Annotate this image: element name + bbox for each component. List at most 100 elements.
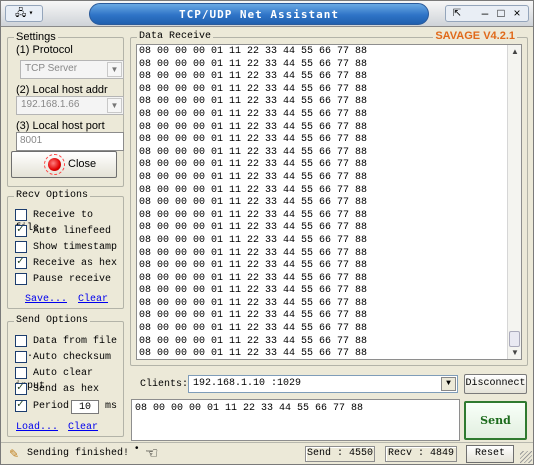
host-addr-value: 192.168.1.66 xyxy=(21,99,80,110)
pause-receive-checkbox[interactable]: Pause receive xyxy=(15,273,111,287)
send-clear-link[interactable]: Clear xyxy=(68,422,98,433)
receive-line: 08 00 00 00 01 11 22 33 44 55 66 77 88 xyxy=(139,285,368,297)
disconnect-button[interactable]: Disconnect xyxy=(464,374,527,394)
send-options-group: Send Options Data from file ... Auto che… xyxy=(7,315,124,437)
checkbox-box[interactable] xyxy=(15,224,27,237)
dot-icon: • xyxy=(135,443,139,454)
send-as-hex-checkbox[interactable]: Send as hex xyxy=(15,382,100,397)
send-count: Send : 4550 xyxy=(305,446,375,462)
protocol-select[interactable]: TCP Server ▼ xyxy=(20,60,124,79)
clients-label: Clients: xyxy=(140,379,189,390)
clients-select[interactable]: 192.168.1.10 :1029 ▼ xyxy=(188,375,458,393)
pin-icon[interactable]: ⇱ xyxy=(448,6,466,21)
app-window: 🖧 ▾ TCP/UDP Net Assistant ⇱ – □ × Settin… xyxy=(0,0,534,465)
checkbox-label: Receive as hex xyxy=(33,258,118,269)
checkbox-box[interactable] xyxy=(15,399,27,412)
close-connection-button[interactable]: Close xyxy=(11,151,117,178)
receive-line: 08 00 00 00 01 11 22 33 44 55 66 77 88 xyxy=(139,247,368,259)
network-icon[interactable]: 🖧 ▾ xyxy=(5,5,43,22)
receive-line: 08 00 00 00 01 11 22 33 44 55 66 77 88 xyxy=(139,197,368,209)
checkbox-box[interactable] xyxy=(15,335,27,347)
status-bar: ✎ Sending finished! • ☜ Send : 4550 Recv… xyxy=(1,442,533,464)
checkbox-box[interactable] xyxy=(15,382,27,395)
settings-group-label: Settings xyxy=(14,31,58,43)
show-timestamp-checkbox[interactable]: Show timestamp xyxy=(15,241,117,255)
period-unit: ms xyxy=(105,401,118,412)
resize-grip[interactable] xyxy=(520,451,532,463)
checkbox-label: Send as hex xyxy=(33,384,100,395)
checkbox-label: Pause receive xyxy=(33,274,112,285)
scroll-thumb[interactable] xyxy=(509,331,520,347)
receive-line: 08 00 00 00 01 11 22 33 44 55 66 77 88 xyxy=(139,260,368,272)
period-input[interactable]: 10 xyxy=(71,400,100,414)
receive-scrollbar[interactable]: ▲ ▼ xyxy=(507,45,521,359)
protocol-label: (1) Protocol xyxy=(16,44,73,56)
receive-line: 08 00 00 00 01 11 22 33 44 55 66 77 88 xyxy=(139,121,368,133)
receive-line: 08 00 00 00 01 11 22 33 44 55 66 77 88 xyxy=(139,222,368,234)
checkbox-box[interactable] xyxy=(15,256,27,269)
close-window-button[interactable]: × xyxy=(508,6,526,21)
checkbox-label: Auto linefeed xyxy=(33,226,112,237)
receive-line: 08 00 00 00 01 11 22 33 44 55 66 77 88 xyxy=(139,209,368,221)
receive-line: 08 00 00 00 01 11 22 33 44 55 66 77 88 xyxy=(139,297,368,309)
recv-clear-link[interactable]: Clear xyxy=(78,294,108,305)
reset-button[interactable]: Reset xyxy=(466,445,514,463)
period-label: Period xyxy=(33,401,70,412)
recv-options-label: Recv Options xyxy=(14,190,91,201)
auto-linefeed-checkbox[interactable]: Auto linefeed xyxy=(15,224,112,239)
status-text: Sending finished! xyxy=(27,448,130,459)
checkbox-box[interactable] xyxy=(15,273,27,285)
chevron-down-icon[interactable]: ▼ xyxy=(441,377,456,391)
pencil-icon: ✎ xyxy=(9,447,20,461)
protocol-value: TCP Server xyxy=(25,63,78,74)
scroll-down-icon[interactable]: ▼ xyxy=(511,348,519,357)
receive-line: 08 00 00 00 01 11 22 33 44 55 66 77 88 xyxy=(139,323,368,335)
data-from-file-checkbox[interactable]: Data from file ... xyxy=(15,335,123,360)
receive-line: 08 00 00 00 01 11 22 33 44 55 66 77 88 xyxy=(139,58,368,70)
receive-line: 08 00 00 00 01 11 22 33 44 55 66 77 88 xyxy=(139,96,368,108)
receive-line: 08 00 00 00 01 11 22 33 44 55 66 77 88 xyxy=(139,46,368,57)
receive-as-hex-checkbox[interactable]: Receive as hex xyxy=(15,256,118,271)
send-button[interactable]: Send xyxy=(464,401,527,440)
checkbox-box[interactable] xyxy=(15,241,27,253)
receive-line: 08 00 00 00 01 11 22 33 44 55 66 77 88 xyxy=(139,159,368,171)
version-label: SAVAGE V4.2.1 xyxy=(433,30,517,42)
receive-line: 08 00 00 00 01 11 22 33 44 55 66 77 88 xyxy=(139,146,368,158)
host-port-input[interactable]: 8001 xyxy=(16,132,124,151)
window-title: TCP/UDP Net Assistant xyxy=(178,8,340,21)
checkbox-box[interactable] xyxy=(15,209,27,221)
host-addr-select[interactable]: 192.168.1.66 ▼ xyxy=(16,96,124,115)
chevron-down-icon[interactable]: ▼ xyxy=(107,98,122,113)
receive-line: 08 00 00 00 01 11 22 33 44 55 66 77 88 xyxy=(139,310,368,322)
receive-line: 08 00 00 00 01 11 22 33 44 55 66 77 88 xyxy=(139,272,368,284)
host-port-label: (3) Local host port xyxy=(16,120,105,132)
window-controls: ⇱ – □ × xyxy=(445,5,529,22)
data-receive-group: Data Receive SAVAGE V4.2.1 08 00 00 00 0… xyxy=(130,30,528,366)
receive-to-file-checkbox[interactable]: Receive to file... xyxy=(15,209,123,234)
receive-line: 08 00 00 00 01 11 22 33 44 55 66 77 88 xyxy=(139,184,368,196)
checkbox-box[interactable] xyxy=(15,351,27,363)
send-options-label: Send Options xyxy=(14,315,91,326)
checkbox-box[interactable] xyxy=(15,367,27,379)
close-button-label: Close xyxy=(68,158,97,170)
receive-line: 08 00 00 00 01 11 22 33 44 55 66 77 88 xyxy=(139,348,368,360)
data-receive-title: Data Receive xyxy=(137,31,214,42)
hand-pointer-icon: ☜ xyxy=(145,445,159,462)
receive-line: 08 00 00 00 01 11 22 33 44 55 66 77 88 xyxy=(139,234,368,246)
save-link[interactable]: Save... xyxy=(25,294,67,305)
load-link[interactable]: Load... xyxy=(16,422,58,433)
title-bar[interactable]: 🖧 ▾ TCP/UDP Net Assistant ⇱ – □ × xyxy=(1,1,533,27)
auto-clear-input-checkbox[interactable]: Auto clear input xyxy=(15,367,123,392)
scroll-up-icon[interactable]: ▲ xyxy=(511,47,519,56)
chevron-down-icon[interactable]: ▼ xyxy=(107,62,122,77)
send-input[interactable]: 08 00 00 00 01 11 22 33 44 55 66 77 88 xyxy=(131,399,460,441)
title-tab: TCP/UDP Net Assistant xyxy=(89,3,429,25)
receive-line: 08 00 00 00 01 11 22 33 44 55 66 77 88 xyxy=(139,108,368,120)
receive-text-area[interactable]: 08 00 00 00 01 11 22 33 44 55 66 77 88 08… xyxy=(136,44,522,360)
receive-line: 08 00 00 00 01 11 22 33 44 55 66 77 88 xyxy=(139,134,368,146)
receive-line: 08 00 00 00 01 11 22 33 44 55 66 77 88 xyxy=(139,83,368,95)
auto-checksum-checkbox[interactable]: Auto checksum xyxy=(15,351,111,365)
host-addr-label: (2) Local host addr xyxy=(16,84,108,96)
period-checkbox[interactable]: Period10 ms xyxy=(15,399,118,414)
recv-count: Recv : 4849 xyxy=(385,446,457,462)
